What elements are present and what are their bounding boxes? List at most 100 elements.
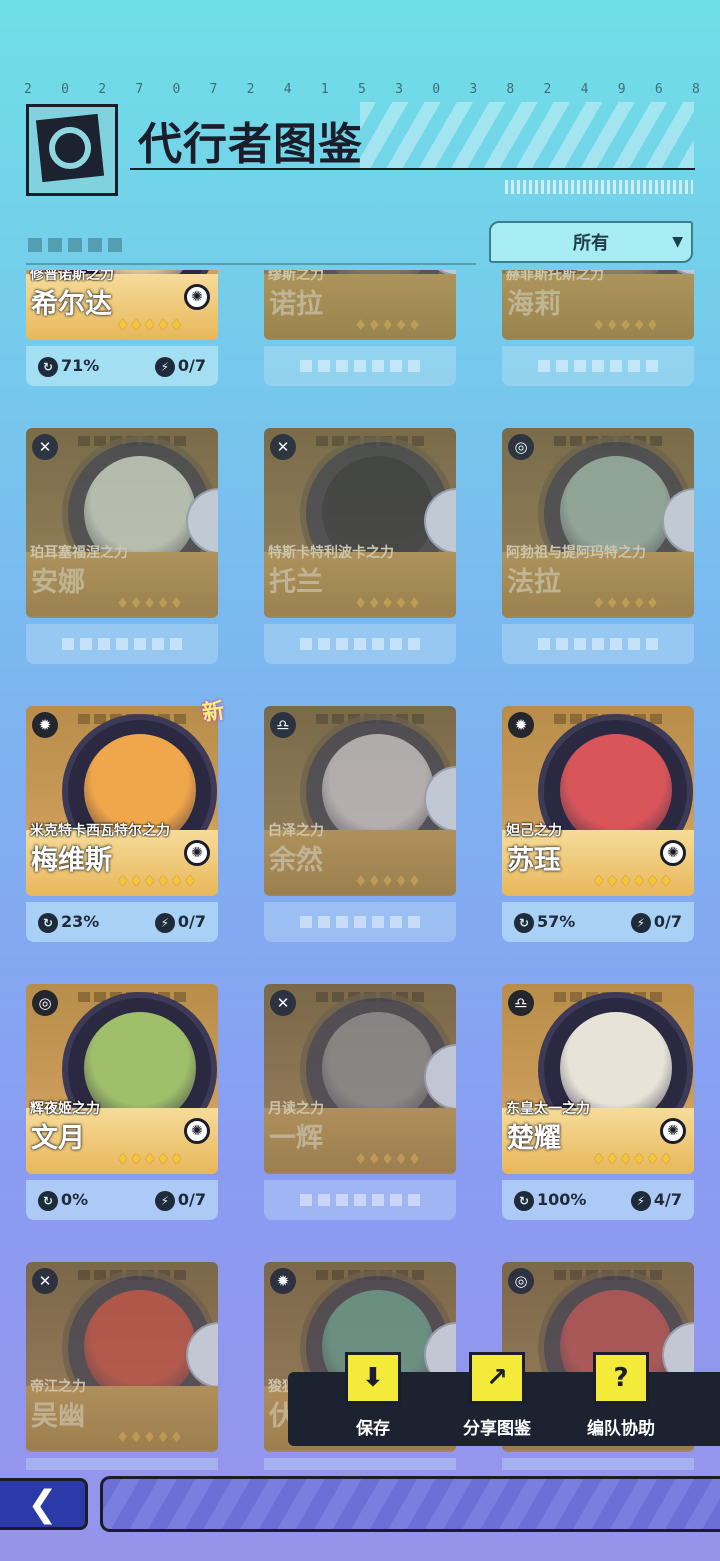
card-stats: ↻ 57% ⚡ 0/7 bbox=[502, 902, 694, 942]
back-button[interactable]: ❮ bbox=[0, 1478, 88, 1530]
card-panel: ✹ 妲己之力 苏珏 ♦♦♦♦♦♦ ✺ bbox=[502, 706, 694, 896]
filter-deco-blocks bbox=[28, 238, 122, 252]
character-title: 东皇太一之力 bbox=[506, 1101, 590, 1117]
action-label: 保存 bbox=[356, 1419, 390, 1439]
serial-digit: 4 bbox=[283, 82, 292, 97]
star-rating: ♦♦♦♦♦ bbox=[354, 594, 422, 612]
serial-digit: 7 bbox=[209, 82, 218, 97]
star-rating: ♦♦♦♦♦♦ bbox=[592, 1150, 673, 1168]
element-icon: ✕ bbox=[270, 434, 296, 460]
character-title: 妲己之力 bbox=[506, 823, 562, 839]
progress-value: 71% bbox=[61, 355, 100, 375]
wheel-icon: ✺ bbox=[660, 840, 686, 866]
card-stats-locked bbox=[264, 902, 456, 942]
star-rating: ♦♦♦♦♦ bbox=[354, 316, 422, 334]
serial-digit: 2 bbox=[98, 82, 107, 97]
card-panel: ✕ 帝江之力 吴幽 ♦♦♦♦♦ bbox=[26, 1262, 218, 1452]
action-save-button[interactable]: ⬇ 保存 bbox=[318, 1352, 428, 1439]
element-icon: ◎ bbox=[508, 1268, 534, 1294]
bottom-bar bbox=[100, 1476, 720, 1532]
card-stats-locked bbox=[26, 1458, 218, 1470]
card-panel: ✕ 特斯卡特利波卡之力 托兰 ♦♦♦♦♦ bbox=[264, 428, 456, 618]
character-title: 特斯卡特利波卡之力 bbox=[268, 545, 394, 561]
card-panel: ✕ 珀耳塞福涅之力安娜 ♦♦♦♦♦ bbox=[26, 428, 218, 618]
card-stats: ↻ 0% ⚡ 0/7 bbox=[26, 1180, 218, 1220]
fragment-icon: ⚡ bbox=[154, 1190, 175, 1211]
locked-strip bbox=[538, 638, 658, 650]
action-label: 分享图鉴 bbox=[463, 1419, 531, 1439]
element-icon: ✹ bbox=[508, 712, 534, 738]
character-name: 楚耀 bbox=[507, 1123, 561, 1154]
progress-icon: ↻ bbox=[514, 1190, 534, 1211]
fragment-stat: ⚡ 0/7 bbox=[630, 911, 682, 933]
locked-strip bbox=[300, 916, 420, 928]
character-name: 希尔达 bbox=[31, 289, 112, 320]
wheel-icon: ✺ bbox=[184, 284, 210, 310]
card-stats: ↻ 100% ⚡ 4/7 bbox=[502, 1180, 694, 1220]
serial-digit: 3 bbox=[395, 82, 403, 97]
filter-dropdown[interactable]: 所有 ▼ bbox=[489, 221, 693, 263]
progress-icon: ↻ bbox=[38, 1190, 58, 1211]
element-icon: ✕ bbox=[32, 434, 58, 460]
serial-digit: 7 bbox=[135, 82, 144, 97]
wheel-icon: ✺ bbox=[184, 1118, 210, 1144]
fragment-icon: ⚡ bbox=[630, 912, 651, 933]
character-grid: wheel修普诺斯之力希尔达♦♦♦♦♦✺↻71%⚡0/7缪斯之力诺拉♦♦♦♦♦赫… bbox=[0, 270, 720, 1470]
filter-label: 所有 bbox=[573, 233, 609, 254]
serial-digit: 0 bbox=[432, 82, 441, 97]
star-rating: ♦♦♦♦♦ bbox=[116, 594, 184, 612]
fragment-stat: ⚡ 0/7 bbox=[154, 1189, 206, 1211]
star-rating: ♦♦♦♦♦ bbox=[116, 1428, 184, 1446]
character-name: 法拉 bbox=[507, 567, 561, 598]
action-team-assist-button[interactable]: ? 编队协助 bbox=[566, 1352, 676, 1439]
dropdown-arrow-icon: ▼ bbox=[672, 234, 683, 250]
locked-strip bbox=[300, 1194, 420, 1206]
character-name: 苏珏 bbox=[507, 845, 561, 876]
card-stats-locked bbox=[26, 624, 218, 664]
logo-ring-icon bbox=[49, 127, 91, 169]
fragment-value: 0/7 bbox=[653, 911, 682, 931]
action-label: 编队协助 bbox=[587, 1419, 655, 1439]
star-rating: ♦♦♦♦♦ bbox=[116, 316, 184, 334]
card-panel: ◎ 辉夜姬之力 文月 ♦♦♦♦♦ ✺ bbox=[26, 984, 218, 1174]
serial-digit: 8 bbox=[691, 82, 700, 97]
locked-strip bbox=[300, 638, 420, 650]
card-panel: 赫菲斯托斯之力 海莉 ♦♦♦♦♦ bbox=[502, 270, 694, 340]
card-panel: ◎ 阿勃祖与提阿玛特之力 法拉 ♦♦♦♦♦ bbox=[502, 428, 694, 618]
element-icon: ✕ bbox=[32, 1268, 58, 1294]
card-stats-locked bbox=[502, 346, 694, 386]
character-title: 月读之力 bbox=[268, 1101, 324, 1117]
new-badge: 新 bbox=[200, 698, 226, 727]
progress-value: 57% bbox=[537, 911, 576, 931]
title-stripes bbox=[360, 102, 694, 168]
progress-value: 0% bbox=[61, 1189, 89, 1209]
codex-logo bbox=[26, 104, 118, 196]
filter-divider bbox=[26, 263, 476, 265]
element-icon: ◎ bbox=[508, 434, 534, 460]
character-name: 安娜 bbox=[31, 567, 85, 598]
share-icon: ↗ bbox=[469, 1352, 525, 1404]
serial-digit: 2 bbox=[543, 82, 552, 97]
card-stats-locked bbox=[264, 624, 456, 664]
fragment-stat: ⚡ 4/7 bbox=[630, 1190, 682, 1211]
element-icon: ◎ bbox=[32, 990, 58, 1016]
star-rating: ♦♦♦♦♦ bbox=[354, 1150, 422, 1168]
serial-number-strip: 2 0 2 7 0 7 2 4 1 5 3 0 3 8 2 4 9 6 8 bbox=[24, 82, 700, 97]
star-rating: ♦♦♦♦♦ bbox=[592, 594, 660, 612]
star-rating: ♦♦♦♦♦♦ bbox=[116, 872, 197, 890]
action-share-button[interactable]: ↗ 分享图鉴 bbox=[442, 1352, 552, 1439]
serial-digit: 2 bbox=[246, 82, 255, 97]
character-title: 珀耳塞福涅之力 bbox=[30, 545, 128, 561]
fragment-value: 0/7 bbox=[177, 355, 206, 375]
fragment-value: 0/7 bbox=[177, 1189, 206, 1209]
character-name: 海莉 bbox=[507, 289, 561, 320]
serial-digit: 5 bbox=[357, 82, 366, 97]
card-stats-locked bbox=[502, 624, 694, 664]
progress-value: 100% bbox=[537, 1189, 587, 1209]
fragment-icon: ⚡ bbox=[154, 912, 175, 933]
wheel-icon: ✺ bbox=[660, 1118, 686, 1144]
card-stats-locked bbox=[264, 346, 456, 386]
star-rating: ♦♦♦♦♦ bbox=[592, 316, 660, 334]
element-icon: ♎ bbox=[508, 990, 534, 1016]
progress-icon: ↻ bbox=[38, 912, 58, 933]
